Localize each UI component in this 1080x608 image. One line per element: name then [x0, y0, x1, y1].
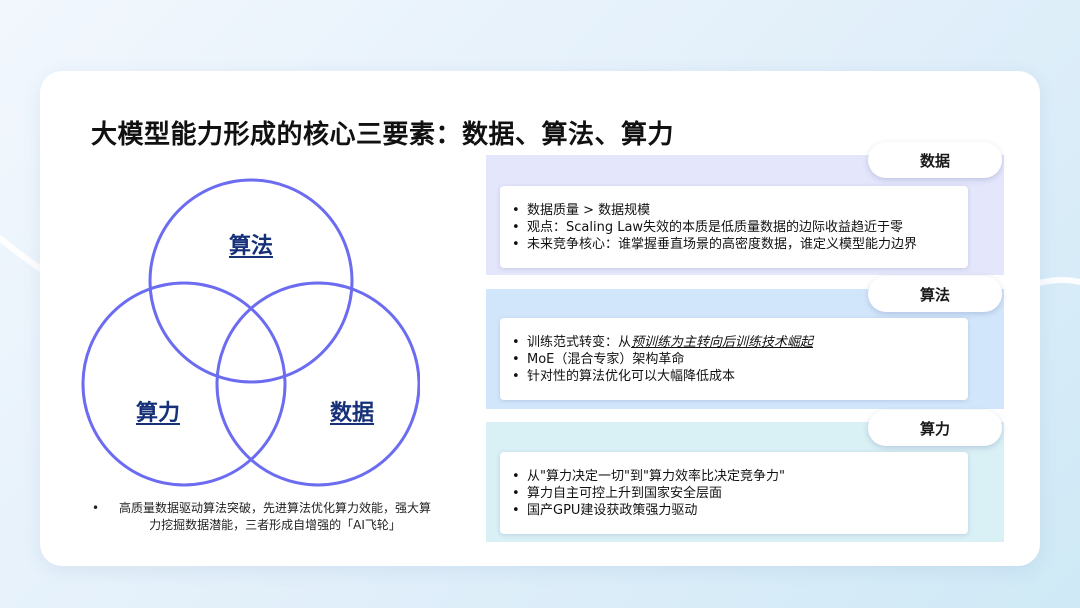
- venn-circles: [81, 178, 421, 487]
- list-item: 针对性的算法优化可以大幅降低成本: [510, 368, 813, 385]
- venn-label-data: 数据: [330, 401, 375, 426]
- bullet-list-algorithm: 训练范式转变：从预训练为主转向后训练技术崛起 MoE（混合专家）架构革命 针对性…: [510, 334, 813, 385]
- section-title-compute: 算力: [868, 410, 1002, 446]
- section-box-data: 数据质量 > 数据规模 观点：Scaling Law失效的本质是低质量数据的边际…: [500, 186, 968, 268]
- section-box-compute: 从"算力决定一切"到"算力效率比决定竞争力" 算力自主可控上升到国家安全层面 国…: [500, 452, 968, 534]
- list-item: 国产GPU建设获政策强力驱动: [510, 502, 785, 519]
- list-item: 从"算力决定一切"到"算力效率比决定竞争力": [510, 468, 785, 485]
- venn-circle-algorithm: [148, 178, 354, 384]
- slide-title: 大模型能力形成的核心三要素：数据、算法、算力: [91, 120, 675, 150]
- list-item: 算力自主可控上升到国家安全层面: [510, 485, 785, 502]
- list-item: 观点：Scaling Law失效的本质是低质量数据的边际收益趋近于零: [510, 219, 917, 236]
- bullet-list-data: 数据质量 > 数据规模 观点：Scaling Law失效的本质是低质量数据的边际…: [510, 202, 917, 253]
- section-title-algorithm: 算法: [868, 276, 1002, 312]
- bullet-list-compute: 从"算力决定一切"到"算力效率比决定竞争力" 算力自主可控上升到国家安全层面 国…: [510, 468, 785, 519]
- list-item: 未来竞争核心：谁掌握垂直场景的高密度数据，谁定义模型能力边界: [510, 236, 917, 253]
- venn-diagram: 算法 算力 数据: [80, 178, 421, 488]
- venn-caption: • 高质量数据驱动算法突破，先进算法优化算力效能，强大算力挖掘数据潜能，三者形成…: [92, 500, 432, 534]
- list-item: MoE（混合专家）架构革命: [510, 351, 813, 368]
- list-item: 数据质量 > 数据规模: [510, 202, 917, 219]
- venn-label-compute: 算力: [136, 401, 181, 426]
- section-title-data: 数据: [868, 142, 1002, 178]
- venn-label-algorithm: 算法: [229, 234, 274, 259]
- venn-circle-compute: [81, 281, 287, 487]
- list-item-prefix: 训练范式转变：从: [527, 334, 632, 350]
- list-item-emphasis: 预训练为主转向后训练技术崛起: [631, 334, 814, 350]
- caption-text: 高质量数据驱动算法突破，先进算法优化算力效能，强大算力挖掘数据潜能，三者形成自增…: [118, 501, 431, 532]
- section-box-algorithm: 训练范式转变：从预训练为主转向后训练技术崛起 MoE（混合专家）架构革命 针对性…: [500, 318, 968, 400]
- caption-bullet: •: [92, 501, 100, 515]
- venn-circle-data: [215, 281, 421, 487]
- list-item: 训练范式转变：从预训练为主转向后训练技术崛起: [510, 334, 813, 351]
